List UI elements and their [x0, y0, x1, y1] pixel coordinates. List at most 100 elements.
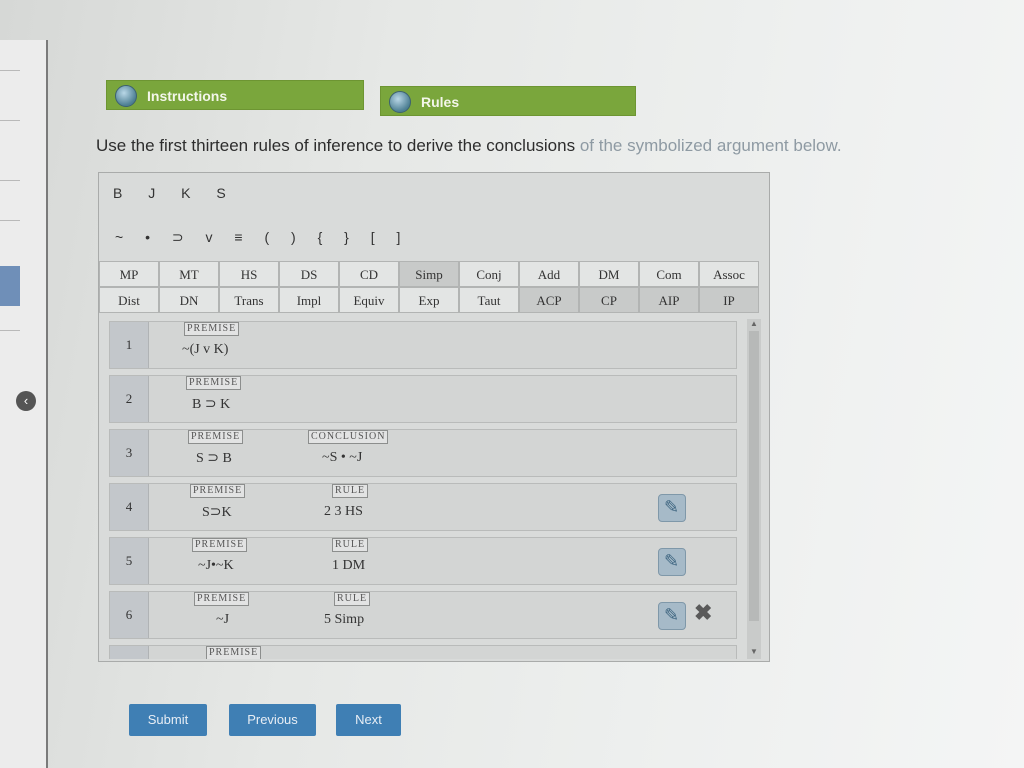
globe-icon — [389, 91, 411, 113]
symbol-button[interactable]: ≡ — [234, 229, 242, 245]
line-expression: ~J — [216, 612, 230, 627]
scroll-up-icon[interactable]: ▲ — [750, 319, 758, 328]
rule-button-taut[interactable]: Taut — [459, 287, 519, 313]
edit-icon[interactable] — [658, 494, 686, 522]
tab-rules[interactable]: Rules — [380, 86, 636, 116]
line-number: 1 — [110, 322, 149, 368]
rules-palette: MP MT HS DS CD Simp Conj Add DM Com Asso… — [99, 261, 769, 313]
symbol-button[interactable]: ] — [397, 229, 401, 245]
instruction-text: Use the first thirteen rules of inferenc… — [96, 136, 842, 156]
premise-tag: PREMISE — [184, 322, 240, 336]
sidebar-divider — [0, 120, 20, 121]
rule-button-com[interactable]: Com — [639, 261, 699, 287]
rule-button-dn[interactable]: DN — [159, 287, 219, 313]
rule-justification: 5 Simp — [324, 612, 365, 627]
rule-button-simp[interactable]: Simp — [399, 261, 459, 287]
rule-button-cp[interactable]: CP — [579, 287, 639, 313]
instruction-faded: of the symbolized argument below. — [575, 136, 842, 155]
line-number: 6 — [110, 592, 149, 638]
rule-tag: RULE — [332, 538, 369, 552]
tab-rules-label: Rules — [421, 94, 460, 110]
line-number: 3 — [110, 430, 149, 476]
next-button[interactable]: Next — [336, 704, 401, 736]
line-expression: S⊃K — [202, 505, 232, 520]
sidebar-divider — [0, 330, 20, 331]
instruction-main: Use the first thirteen rules of inferenc… — [96, 136, 576, 155]
sidebar-divider — [0, 180, 20, 181]
premise-tag: PREMISE — [194, 592, 250, 606]
rule-tag: RULE — [334, 592, 371, 606]
line-expression: ~J•~K — [198, 558, 234, 573]
rule-button-impl[interactable]: Impl — [279, 287, 339, 313]
sidebar-divider — [0, 220, 20, 221]
rule-button-dm[interactable]: DM — [579, 261, 639, 287]
proof-line-2[interactable]: 2 PREMISE B ⊃ K — [109, 375, 737, 423]
premise-tag: PREMISE — [190, 484, 246, 498]
premise-tag: PREMISE — [188, 430, 244, 444]
rule-button-hs[interactable]: HS — [219, 261, 279, 287]
rule-button-cd[interactable]: CD — [339, 261, 399, 287]
rule-button-equiv[interactable]: Equiv — [339, 287, 399, 313]
variable-button[interactable]: S — [216, 185, 225, 201]
rule-button-aip[interactable]: AIP — [639, 287, 699, 313]
proof-panel: B J K S ~ • ⊃ v ≡ ( ) { } [ ] MP MT HS D… — [98, 172, 770, 662]
conclusion-expression: ~S • ~J — [322, 450, 363, 465]
variable-button[interactable]: B — [113, 185, 122, 201]
premise-tag: PREMISE — [192, 538, 248, 552]
premise-tag: PREMISE — [206, 646, 262, 659]
variable-button[interactable]: K — [181, 185, 190, 201]
variable-palette: B J K S — [113, 185, 248, 201]
rule-button-ds[interactable]: DS — [279, 261, 339, 287]
collapse-left-icon[interactable]: ‹ — [16, 391, 36, 411]
symbol-button[interactable]: • — [145, 229, 150, 245]
proof-line-1[interactable]: 1 PREMISE ~(J v K) — [109, 321, 737, 369]
edit-icon[interactable] — [658, 548, 686, 576]
line-number: 2 — [110, 376, 149, 422]
rule-button-mp[interactable]: MP — [99, 261, 159, 287]
rule-button-dist[interactable]: Dist — [99, 287, 159, 313]
proof-lines: 1 PREMISE ~(J v K) 2 PREMISE B ⊃ K 3 PRE… — [109, 319, 739, 659]
variable-button[interactable]: J — [148, 185, 155, 201]
sidebar-active-item[interactable] — [0, 266, 20, 306]
rule-tag: RULE — [332, 484, 369, 498]
rule-button-acp[interactable]: ACP — [519, 287, 579, 313]
rule-justification: 2 3 HS — [324, 504, 363, 519]
scroll-down-icon[interactable]: ▼ — [750, 647, 758, 656]
edit-icon[interactable] — [658, 602, 686, 630]
close-icon[interactable]: ✖ — [694, 600, 712, 626]
symbol-button[interactable]: [ — [371, 229, 375, 245]
symbol-button[interactable]: { — [318, 229, 323, 245]
line-number: 5 — [110, 538, 149, 584]
symbol-button[interactable]: v — [206, 229, 213, 245]
scroll-thumb[interactable] — [749, 331, 759, 621]
line-number: 4 — [110, 484, 149, 530]
tab-instructions[interactable]: Instructions — [106, 80, 364, 110]
previous-button[interactable]: Previous — [229, 704, 316, 736]
proof-line-6[interactable]: 6 PREMISE ~J RULE 5 Simp ✖ — [109, 591, 737, 639]
tab-instructions-label: Instructions — [147, 88, 228, 104]
premise-tag: PREMISE — [186, 376, 242, 390]
symbol-button[interactable]: ( — [264, 229, 269, 245]
symbol-button[interactable]: ~ — [115, 229, 123, 245]
symbol-button[interactable]: } — [344, 229, 349, 245]
rule-button-ip[interactable]: IP — [699, 287, 759, 313]
symbol-button[interactable]: ) — [291, 229, 296, 245]
proof-line-4[interactable]: 4 PREMISE S⊃K RULE 2 3 HS — [109, 483, 737, 531]
rule-button-conj[interactable]: Conj — [459, 261, 519, 287]
rule-button-exp[interactable]: Exp — [399, 287, 459, 313]
rule-button-add[interactable]: Add — [519, 261, 579, 287]
globe-icon — [115, 85, 137, 107]
submit-button[interactable]: Submit — [129, 704, 207, 736]
line-number: 7 — [110, 646, 149, 659]
rule-button-trans[interactable]: Trans — [219, 287, 279, 313]
proof-line-7[interactable]: 7 PREMISE — [109, 645, 737, 659]
proof-line-5[interactable]: 5 PREMISE ~J•~K RULE 1 DM — [109, 537, 737, 585]
symbol-palette: ~ • ⊃ v ≡ ( ) { } [ ] — [115, 229, 418, 246]
rules-row-2: Dist DN Trans Impl Equiv Exp Taut ACP CP… — [99, 287, 769, 313]
symbol-button[interactable]: ⊃ — [172, 229, 184, 246]
proof-scrollbar[interactable]: ▲ ▼ — [747, 319, 761, 659]
rule-button-mt[interactable]: MT — [159, 261, 219, 287]
proof-line-3[interactable]: 3 PREMISE S ⊃ B CONCLUSION ~S • ~J — [109, 429, 737, 477]
line-expression: ~(J v K) — [182, 342, 229, 357]
rule-button-assoc[interactable]: Assoc — [699, 261, 759, 287]
